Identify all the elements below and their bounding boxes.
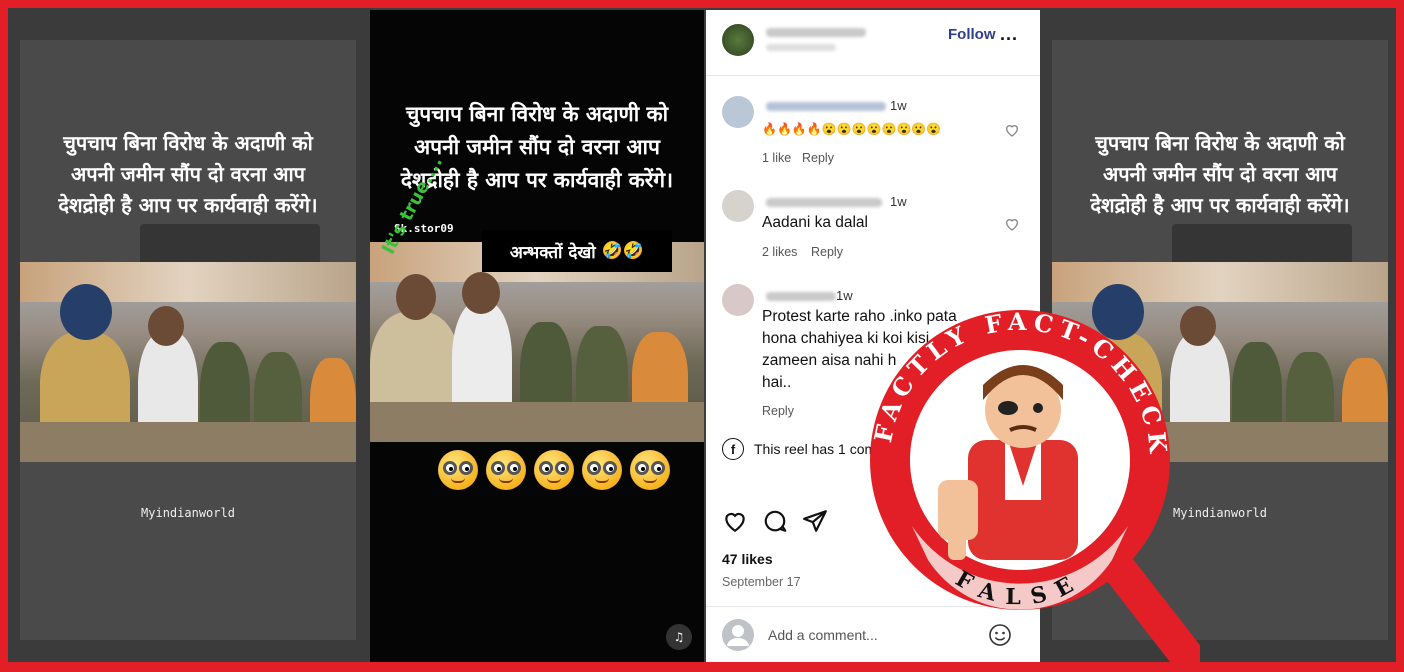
heart-icon[interactable]	[1004, 216, 1020, 232]
likes-count[interactable]: 47 likes	[722, 551, 773, 567]
fact-check-stamp: FACTLY FACT-CHECK FALSE	[868, 307, 1200, 672]
heart-icon[interactable]	[1004, 122, 1020, 138]
like-heart-icon[interactable]	[722, 508, 748, 534]
nerd-emoji-icon	[438, 450, 478, 490]
blurred-subtitle	[766, 44, 836, 51]
more-options-icon[interactable]: ...	[1000, 24, 1018, 45]
reel-video[interactable]: चुपचाप बिना विरोध के अदाणी को अपनी जमीन …	[370, 10, 704, 662]
video-label-text: अन्भक्तों देखो	[509, 242, 596, 263]
nerd-emoji-icon	[486, 450, 526, 490]
facebook-icon: f	[722, 438, 744, 460]
blurred-username	[766, 28, 866, 37]
left-side-panel: चुपचाप बिना विरोध के अदाणी को अपनी जमीन …	[8, 8, 374, 662]
caption-line: चुपचाप बिना विरोध के अदाणी को	[405, 102, 669, 126]
nerd-emoji-icon	[534, 450, 574, 490]
caption-line: अपनी जमीन सौंप दो वरना आप	[1102, 162, 1338, 186]
comment-likes[interactable]: 1 like	[762, 151, 791, 165]
comment-time: 1w	[890, 194, 907, 209]
laughing-emoji-icon: 🤣🤣	[601, 241, 645, 261]
commenter-avatar[interactable]	[722, 284, 754, 316]
comment-text: Aadani ka dalal	[762, 214, 868, 231]
nerd-emoji-icon	[630, 450, 670, 490]
magnifier-handle	[1103, 553, 1200, 672]
blurred-username	[766, 102, 886, 111]
sound-toggle-icon[interactable]: ♫	[666, 624, 692, 650]
left-panel-caption: चुपचाप बिना विरोध के अदाणी को अपनी जमीन …	[20, 128, 356, 221]
caption-line: अपनी जमीन सौंप दो वरना आप	[414, 135, 660, 159]
left-panel-photo	[20, 262, 356, 462]
follow-button[interactable]: Follow	[948, 26, 996, 43]
caption-line: देशद्रोही है आप पर कार्यवाही करेंगे।	[1090, 193, 1350, 217]
commenter-avatar[interactable]	[722, 96, 754, 128]
reply-button[interactable]: Reply	[811, 245, 843, 259]
video-label: अन्भक्तों देखो 🤣🤣	[482, 230, 672, 272]
reply-button[interactable]: Reply	[802, 151, 834, 165]
post-header: Follow ...	[706, 10, 1040, 76]
left-panel-handle: Myindianworld	[141, 506, 235, 520]
user-avatar-icon	[722, 619, 754, 651]
comment-time: 1w	[890, 98, 907, 113]
caption-line: देशद्रोही है आप पर कार्यवाही करेंगे।	[58, 193, 318, 217]
blurred-username	[766, 198, 882, 207]
comment-text: 🔥🔥🔥🔥😮😮😮😮😮😮😮😮	[762, 122, 942, 136]
post-actions	[722, 508, 828, 534]
reply-button[interactable]: Reply	[762, 404, 794, 418]
comment-bubble-icon[interactable]	[762, 508, 788, 534]
right-panel-caption: चुपचाप बिना विरोध के अदाणी को अपनी जमीन …	[1052, 128, 1388, 221]
emoji-row	[438, 450, 670, 490]
caption-line: चुपचाप बिना विरोध के अदाणी को	[63, 131, 313, 155]
caption-line: चुपचाप बिना विरोध के अदाणी को	[1095, 131, 1345, 155]
blurred-username	[766, 292, 836, 301]
post-date: September 17	[722, 575, 801, 589]
video-frame-photo	[370, 242, 704, 442]
comment-likes[interactable]: 2 likes	[762, 245, 797, 259]
nerd-emoji-icon	[582, 450, 622, 490]
commenter-avatar[interactable]	[722, 190, 754, 222]
share-send-icon[interactable]	[802, 508, 828, 534]
caption-line: अपनी जमीन सौंप दो वरना आप	[70, 162, 306, 186]
poster-avatar[interactable]	[722, 24, 754, 56]
